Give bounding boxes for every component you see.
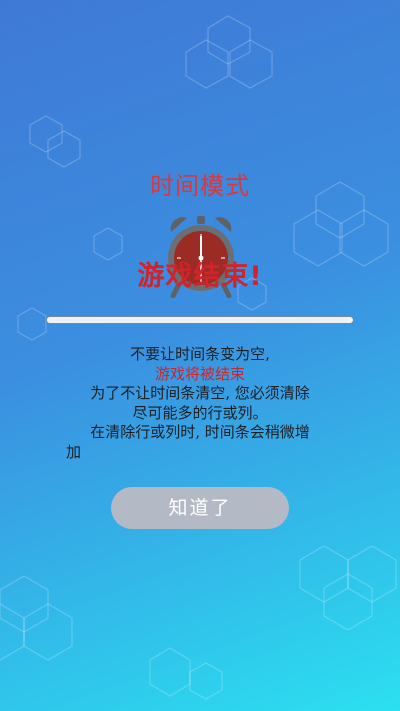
mode-title: 时间模式 [150, 172, 250, 200]
time-bar [46, 316, 354, 324]
got-it-button[interactable]: 知道了 [111, 487, 289, 529]
game-over-text: 游戏结束! [137, 261, 263, 292]
instructions: 不要让时间条变为空, 游戏将被结束 为了不让时间条清空, 您必须清除 尽可能多的… [50, 345, 350, 462]
instruction-line: 尽可能多的行或列。 [132, 403, 268, 422]
instruction-line: 为了不让时间条清空, 您必须清除 [90, 384, 310, 402]
instruction-line: 不要让时间条变为空, [130, 345, 270, 363]
instruction-warning: 游戏将被结束 [154, 364, 245, 383]
time-bar-fill [47, 317, 347, 323]
instruction-line: 加 [66, 442, 82, 461]
instruction-line: 在清除行或列时, 时间条会稍微增 [90, 423, 310, 441]
